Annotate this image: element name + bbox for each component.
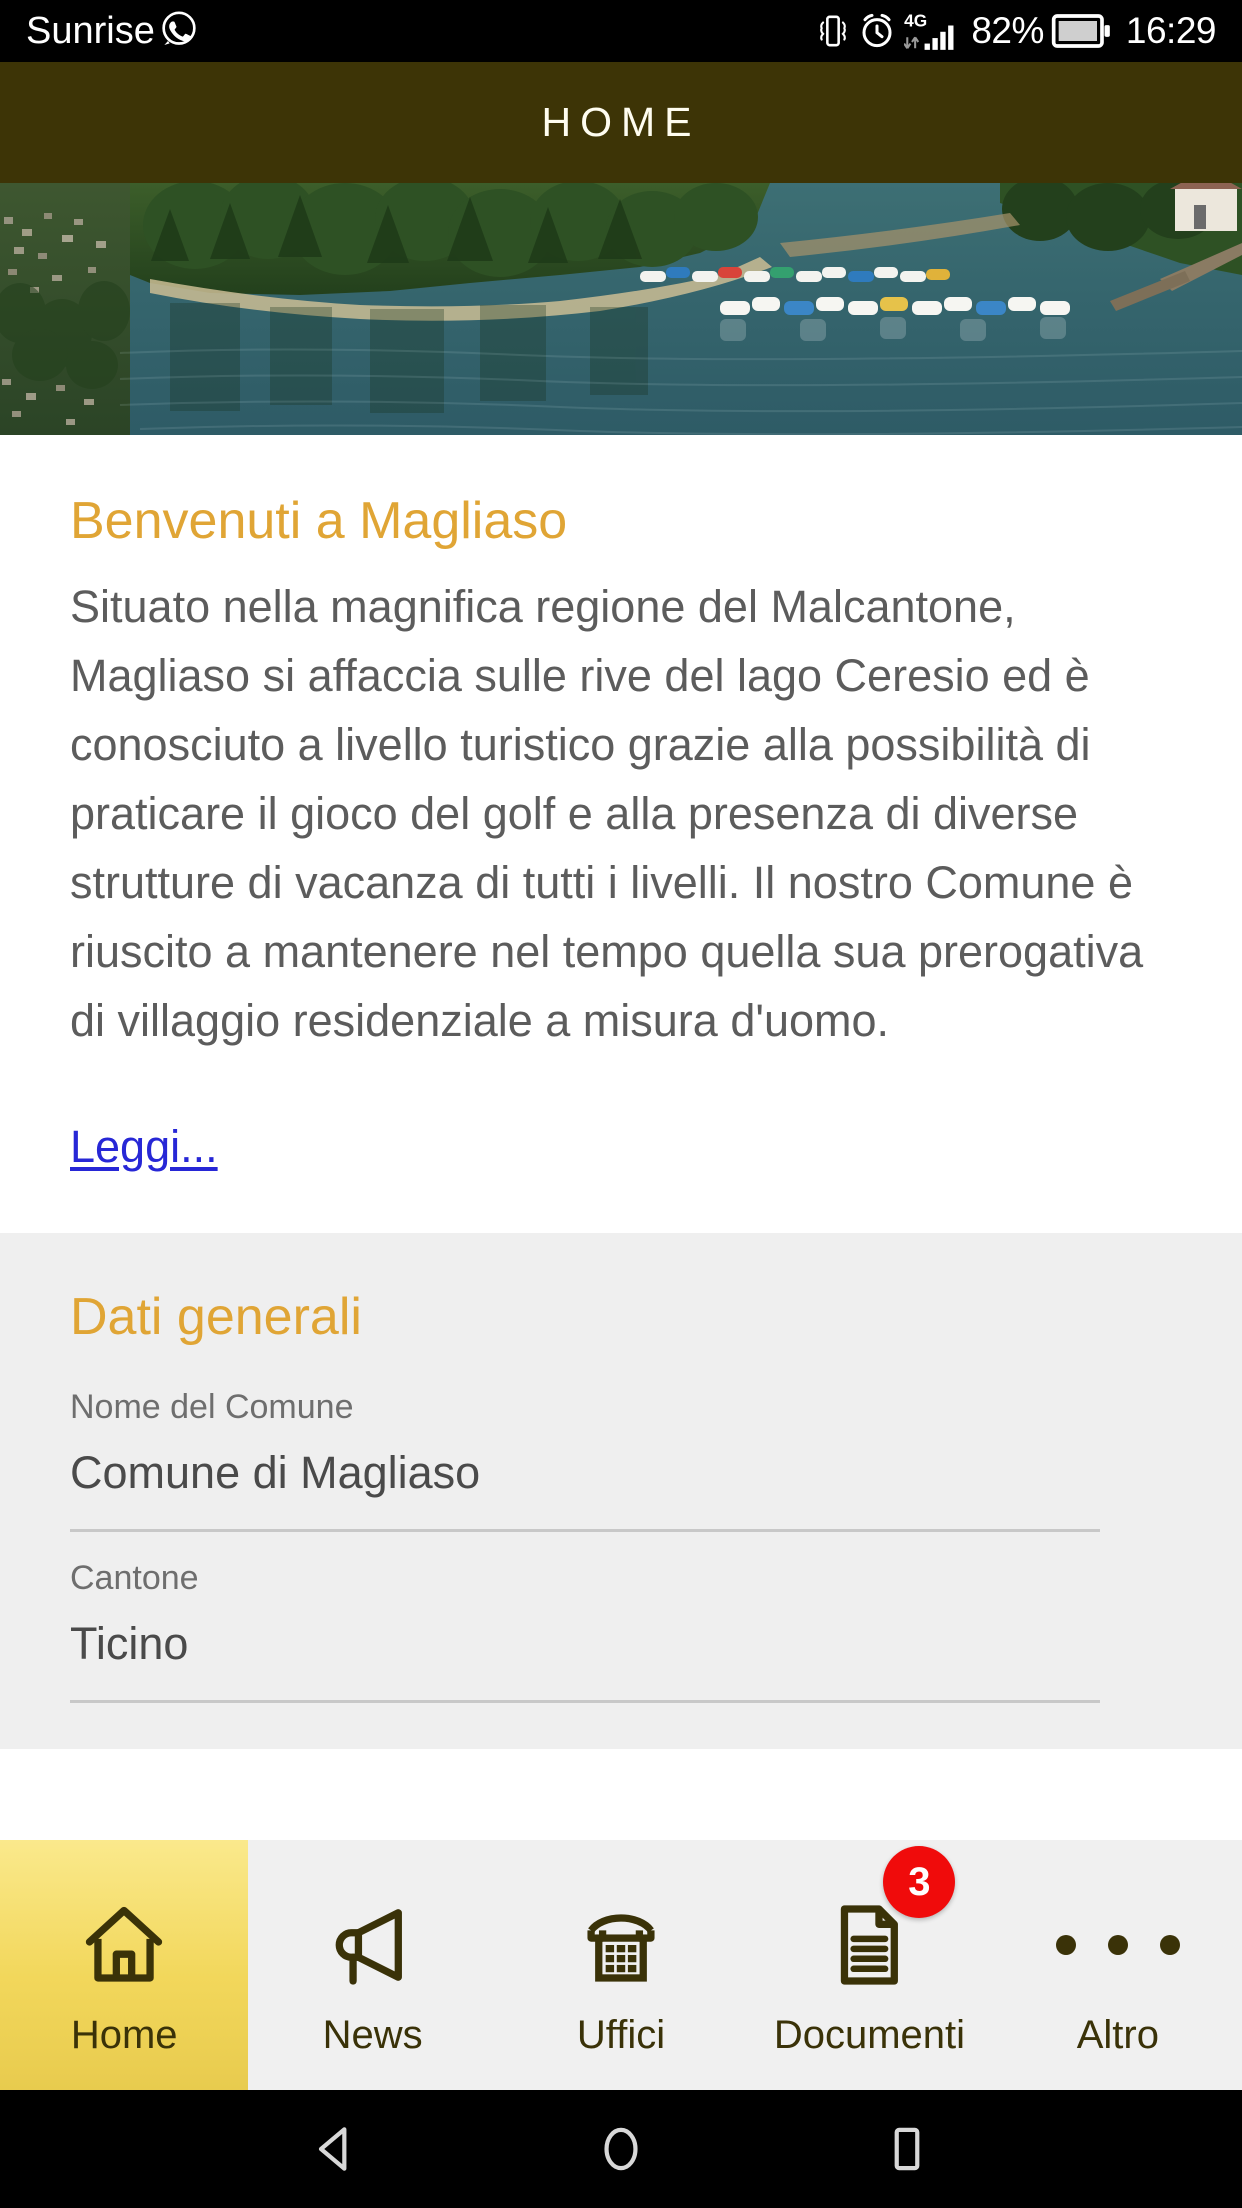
telephone-icon xyxy=(575,1893,667,1997)
welcome-title: Benvenuti a Magliaso xyxy=(70,492,568,550)
megaphone-icon xyxy=(327,1893,419,1997)
tab-home[interactable]: Home xyxy=(0,1840,249,2090)
main-content[interactable]: Benvenuti a Magliaso Situato nella magni… xyxy=(0,435,1242,1840)
field-label: Cantone xyxy=(70,1559,199,1598)
field-value: Comune di Magliaso xyxy=(70,1447,481,1499)
app-header: HOME xyxy=(0,62,1242,183)
whatsapp-icon xyxy=(159,9,199,54)
android-navigation-bar xyxy=(0,2090,1242,2208)
svg-text:4G: 4G xyxy=(904,10,927,30)
general-data-title: Dati generali xyxy=(70,1288,362,1347)
status-bar-left: Sunrise xyxy=(26,9,199,54)
status-badge: 3 xyxy=(883,1846,956,1918)
tab-documenti[interactable]: 3 Documenti xyxy=(745,1840,993,2090)
phone-screen: Sunrise 4G 82% 16:29 HOME Benvenuti a Ma… xyxy=(0,0,1242,2208)
welcome-body: Situato nella magnifica regione del Malc… xyxy=(70,581,1144,1047)
hero-illustration xyxy=(0,183,1242,435)
status-bar: Sunrise 4G 82% 16:29 xyxy=(0,0,1242,62)
welcome-section: Benvenuti a Magliaso Situato nella magni… xyxy=(0,435,1242,1234)
tab-news[interactable]: News xyxy=(248,1840,496,2090)
field-divider xyxy=(70,1700,1100,1704)
read-more-link[interactable]: Leggi... xyxy=(70,1121,218,1173)
home-circle-icon[interactable] xyxy=(593,2121,649,2177)
carrier-label: Sunrise xyxy=(26,9,155,52)
tab-uffici[interactable]: Uffici xyxy=(497,1840,745,2090)
field-value: Ticino xyxy=(70,1618,189,1670)
dot xyxy=(1055,1935,1076,1955)
tab-label: News xyxy=(322,2013,423,2057)
status-clock: 16:29 xyxy=(1125,10,1217,51)
home-icon xyxy=(78,1893,170,1997)
general-data-section: Dati generali Nome del Comune Comune di … xyxy=(0,1233,1242,1750)
battery-icon xyxy=(1051,11,1113,51)
tab-label: Documenti xyxy=(773,2013,966,2057)
tab-altro[interactable]: Altro xyxy=(994,1840,1242,2090)
status-bar-right: 4G 82% 16:29 xyxy=(816,9,1217,53)
mobile-data-icon: 4G xyxy=(904,9,964,53)
battery-percent-label: 82% xyxy=(971,10,1044,51)
field-nome-del-comune: Nome del Comune Comune di Magliaso xyxy=(70,1381,1172,1519)
hero-image xyxy=(0,183,1242,435)
field-label: Nome del Comune xyxy=(70,1388,354,1427)
tab-label: Uffici xyxy=(576,2013,666,2057)
ellipsis-icon xyxy=(1055,1893,1180,1997)
vibrate-icon xyxy=(816,11,850,51)
dot xyxy=(1159,1935,1180,1955)
field-cantone: Cantone Ticino xyxy=(70,1552,1172,1690)
dot xyxy=(1107,1935,1128,1955)
tab-label: Home xyxy=(70,2013,178,2057)
recents-square-icon[interactable] xyxy=(879,2121,935,2177)
page-title: HOME xyxy=(541,99,701,145)
field-divider xyxy=(70,1529,1100,1533)
back-triangle-icon[interactable] xyxy=(307,2121,363,2177)
bottom-tab-bar: Home News Uffici 3 Documenti Altro xyxy=(0,1840,1242,2090)
tab-label: Altro xyxy=(1076,2013,1159,2057)
alarm-clock-icon xyxy=(857,11,897,51)
